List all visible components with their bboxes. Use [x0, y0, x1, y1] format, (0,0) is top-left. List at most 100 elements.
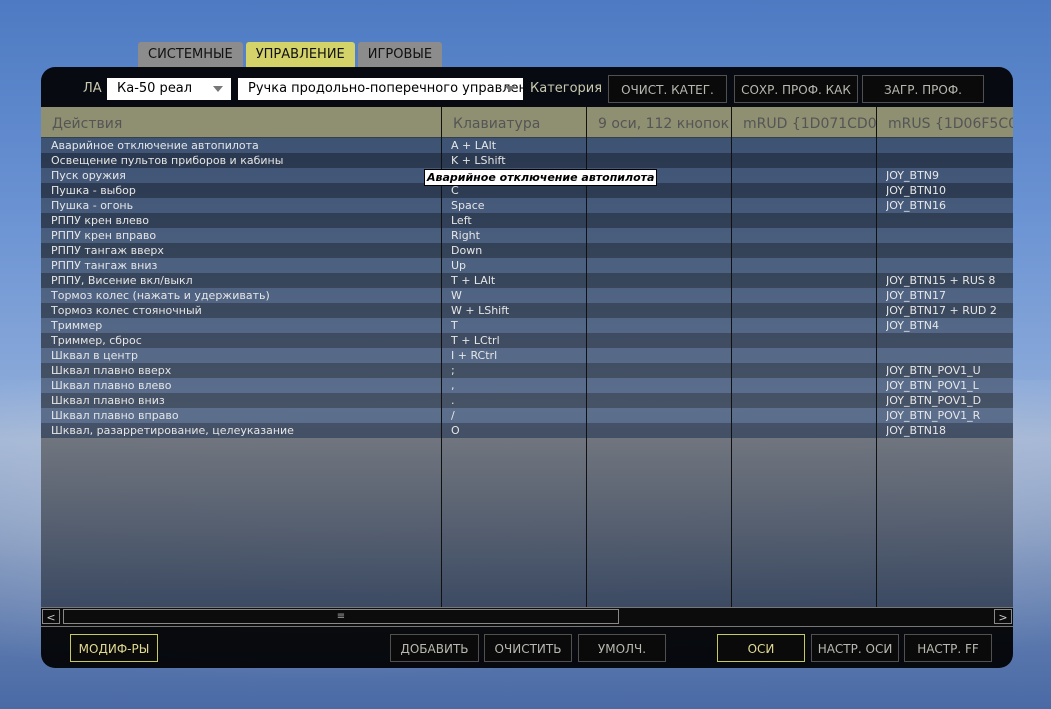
scroll-left-button[interactable]: <: [42, 609, 60, 624]
aircraft-select[interactable]: Ка-50 реал: [107, 78, 231, 100]
category-label[interactable]: Категория: [530, 81, 602, 96]
action-cell[interactable]: Триммер, сброс: [51, 333, 142, 348]
action-cell[interactable]: Триммер: [51, 318, 102, 333]
table-row[interactable]: РППУ тангаж вниз Up: [41, 258, 1013, 273]
keyboard-cell[interactable]: Right: [451, 228, 480, 243]
chevron-down-icon: [213, 86, 223, 92]
mrus-cell[interactable]: JOY_BTN17: [886, 288, 946, 303]
table-row[interactable]: Шквал плавно вправо / JOY_BTN_POV1_R: [41, 408, 1013, 423]
table-row[interactable]: РППУ крен влево Left: [41, 213, 1013, 228]
keyboard-cell[interactable]: /: [451, 408, 455, 423]
keyboard-cell[interactable]: A + LAlt: [451, 138, 496, 153]
column-header-actions[interactable]: Действия: [41, 107, 441, 137]
controls-panel: ЛА Ка-50 реал Ручка продольно-поперечног…: [41, 67, 1013, 668]
keyboard-cell[interactable]: I + RCtrl: [451, 348, 497, 363]
save-profile-as-button[interactable]: СОХР. ПРОФ. КАК: [734, 75, 858, 103]
action-cell[interactable]: Шквал в центр: [51, 348, 138, 363]
table-row[interactable]: РППУ крен вправо Right: [41, 228, 1013, 243]
mrus-cell[interactable]: JOY_BTN16: [886, 198, 946, 213]
ff-tune-button[interactable]: НАСТР. FF: [904, 634, 992, 662]
axis-tune-button[interactable]: НАСТР. ОСИ: [811, 634, 899, 662]
keyboard-cell[interactable]: K + LShift: [451, 153, 506, 168]
add-button[interactable]: ДОБАВИТЬ: [390, 634, 479, 662]
default-button[interactable]: УМОЛЧ.: [578, 634, 666, 662]
tab-gameplay[interactable]: ИГРОВЫЕ: [357, 42, 443, 68]
keyboard-cell[interactable]: .: [451, 393, 455, 408]
table-row[interactable]: Тормоз колес (нажать и удерживать) W JOY_B…: [41, 288, 1013, 303]
column-header-mrud[interactable]: mRUD {1D071CD0: [732, 107, 876, 137]
mrus-cell[interactable]: JOY_BTN_POV1_R: [886, 408, 980, 423]
keyboard-cell[interactable]: T: [451, 318, 458, 333]
aircraft-value: Ка-50 реал: [117, 81, 193, 96]
device-select[interactable]: Ручка продольно-поперечного управления: [238, 78, 523, 100]
table-row[interactable]: Пушка - огонь Space JOY_BTN16: [41, 198, 1013, 213]
action-cell[interactable]: Шквал плавно вверх: [51, 363, 171, 378]
action-cell[interactable]: РППУ тангаж вверх: [51, 243, 164, 258]
modifiers-button[interactable]: МОДИФ-РЫ: [70, 634, 158, 662]
action-cell[interactable]: РППУ тангаж вниз: [51, 258, 157, 273]
tab-controls[interactable]: УПРАВЛЕНИЕ: [245, 42, 355, 68]
action-cell[interactable]: Шквал, разарретирование, целеуказание: [51, 423, 294, 438]
horizontal-scrollbar[interactable]: < ≡ >: [41, 607, 1013, 627]
action-cell[interactable]: Пуск оружия: [51, 168, 126, 183]
table-row[interactable]: Шквал плавно влево, JOY_BTN_POV1_L: [41, 378, 1013, 393]
table-row[interactable]: Шквал плавно вверх; JOY_BTN_POV1_U: [41, 363, 1013, 378]
table-row[interactable]: Триммер T JOY_BTN4: [41, 318, 1013, 333]
keyboard-cell[interactable]: T + LCtrl: [451, 333, 500, 348]
action-cell[interactable]: Шквал плавно вправо: [51, 408, 179, 423]
header-bar: ЛА Ка-50 реал Ручка продольно-поперечног…: [41, 67, 1013, 107]
mrus-cell[interactable]: JOY_BTN10: [886, 183, 946, 198]
keyboard-cell[interactable]: W + LShift: [451, 303, 509, 318]
keyboard-cell[interactable]: ;: [451, 363, 455, 378]
keyboard-cell[interactable]: Down: [451, 243, 482, 258]
action-cell[interactable]: Тормоз колес стояночный: [51, 303, 202, 318]
keyboard-cell[interactable]: Up: [451, 258, 466, 273]
action-cell[interactable]: Шквал плавно влево: [51, 378, 172, 393]
tab-system[interactable]: СИСТЕМНЫЕ: [138, 42, 243, 68]
clear-category-button[interactable]: ОЧИСТ. КАТЕГ.: [608, 75, 727, 103]
mrus-cell[interactable]: JOY_BTN_POV1_L: [886, 378, 979, 393]
table-row[interactable]: Триммер, сброс T + LCtrl: [41, 333, 1013, 348]
action-cell[interactable]: Пушка - огонь: [51, 198, 133, 213]
keyboard-cell[interactable]: T + LAlt: [451, 273, 495, 288]
keyboard-cell[interactable]: O: [451, 423, 460, 438]
action-cell[interactable]: Шквал плавно вниз: [51, 393, 165, 408]
column-header-keyboard[interactable]: Клавиатура: [442, 107, 586, 137]
keyboard-cell[interactable]: ,: [451, 378, 455, 393]
load-profile-button[interactable]: ЗАГР. ПРОФ.: [862, 75, 984, 103]
action-cell[interactable]: Пушка - выбор: [51, 183, 136, 198]
action-cell[interactable]: Тормоз колес (нажать и удерживать): [51, 288, 270, 303]
action-cell[interactable]: Аварийное отключение автопилота: [51, 138, 259, 153]
scroll-thumb[interactable]: ≡: [63, 609, 619, 624]
action-cell[interactable]: РППУ, Висение вкл/выкл: [51, 273, 193, 288]
action-cell[interactable]: Освещение пультов приборов и кабины: [51, 153, 283, 168]
table-row[interactable]: Аварийное отключение автопилота A + LAlt: [41, 138, 1013, 153]
mrus-cell[interactable]: JOY_BTN4: [886, 318, 939, 333]
keyboard-cell[interactable]: Left: [451, 213, 472, 228]
mrus-cell[interactable]: JOY_BTN_POV1_U: [886, 363, 981, 378]
table-row[interactable]: Освещение пультов приборов и кабины K + L…: [41, 153, 1013, 168]
scroll-right-button[interactable]: >: [994, 609, 1012, 624]
mrus-cell[interactable]: JOY_BTN18: [886, 423, 946, 438]
table-row[interactable]: Шквал в центр I + RCtrl: [41, 348, 1013, 363]
clear-button[interactable]: ОЧИСТИТЬ: [484, 634, 572, 662]
table-row[interactable]: Шквал плавно вниз. JOY_BTN_POV1_D: [41, 393, 1013, 408]
mrus-cell[interactable]: JOY_BTN17 + RUD 2: [886, 303, 997, 318]
table-row[interactable]: РППУ тангаж вверх Down: [41, 243, 1013, 258]
axes-button[interactable]: ОСИ: [717, 634, 805, 662]
keyboard-cell[interactable]: Space: [451, 198, 485, 213]
mrus-cell[interactable]: JOY_BTN_POV1_D: [886, 393, 981, 408]
action-cell[interactable]: РППУ крен вправо: [51, 228, 156, 243]
device-value: Ручка продольно-поперечного управления: [248, 81, 523, 96]
column-divider: [731, 107, 732, 607]
mrus-cell[interactable]: JOY_BTN15 + RUS 8: [886, 273, 995, 288]
action-cell[interactable]: РППУ крен влево: [51, 213, 149, 228]
table-row[interactable]: РППУ, Висение вкл/выкл T + LAlt JOY_BTN15 …: [41, 273, 1013, 288]
table-row[interactable]: Тормоз колес стояночный W + LShift JOY_BTN…: [41, 303, 1013, 318]
keyboard-cell[interactable]: W: [451, 288, 462, 303]
column-header-joystick[interactable]: 9 оси, 112 кнопок: [587, 107, 731, 137]
mrus-cell[interactable]: JOY_BTN9: [886, 168, 939, 183]
table-row[interactable]: Шквал, разарретирование, целеуказание O JO…: [41, 423, 1013, 438]
column-header-mrus[interactable]: mRUS {1D06F5C0: [877, 107, 1013, 137]
aircraft-label: ЛА: [83, 81, 102, 96]
